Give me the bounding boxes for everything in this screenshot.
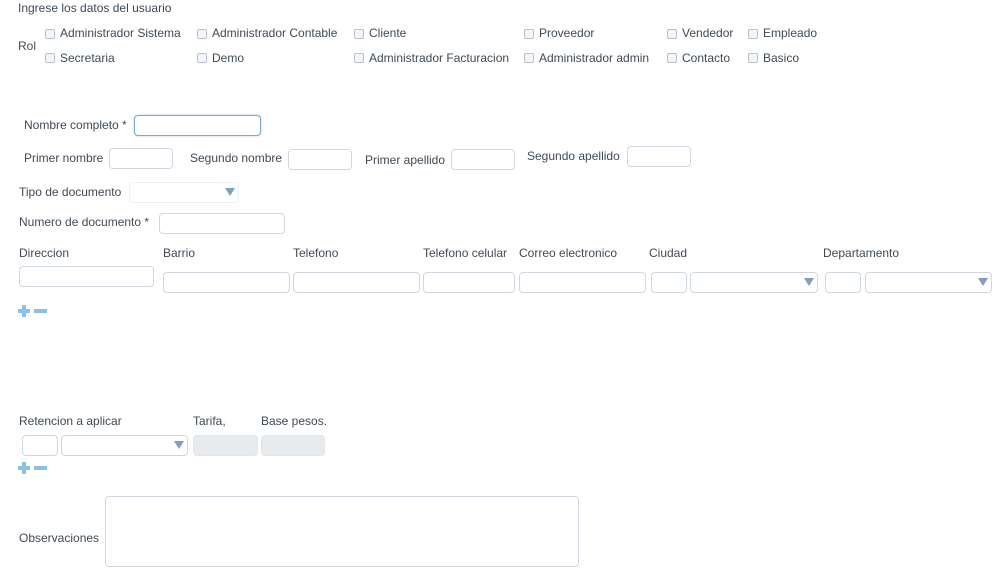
- retention-add-remove: [18, 462, 50, 474]
- role-label-demo: Demo: [212, 51, 245, 65]
- col-header-ciudad: Ciudad: [649, 246, 688, 260]
- primer-apellido-input[interactable]: [451, 149, 515, 170]
- col-header-telefono-celular: Telefono celular: [423, 246, 508, 260]
- plus-icon[interactable]: [18, 305, 30, 317]
- checkbox-basico[interactable]: [748, 53, 758, 63]
- role-label-administrador-facturacion: Administrador Facturacion: [369, 51, 510, 65]
- segundo-nombre-input[interactable]: [288, 149, 352, 170]
- primer-apellido-label: Primer apellido: [365, 153, 446, 167]
- retencion-select[interactable]: [61, 435, 188, 456]
- col-header-departamento: Departamento: [823, 246, 900, 260]
- nombre-completo-label: Nombre completo *: [24, 118, 127, 132]
- telefono-input[interactable]: [293, 272, 420, 293]
- role-label-proveedor: Proveedor: [539, 26, 595, 40]
- plus-icon[interactable]: [18, 462, 30, 474]
- checkbox-secretaria[interactable]: [45, 53, 55, 63]
- primer-nombre-input[interactable]: [109, 148, 173, 169]
- tarifa-input: [193, 435, 258, 456]
- checkbox-contacto[interactable]: [667, 53, 677, 63]
- role-label-administrador-contable: Administrador Contable: [212, 26, 338, 40]
- role-label-administrador-sistema: Administrador Sistema: [60, 26, 181, 40]
- checkbox-demo[interactable]: [197, 53, 207, 63]
- segundo-apellido-label: Segundo apellido: [527, 149, 620, 163]
- observaciones-label: Observaciones: [19, 531, 100, 545]
- role-label-administrador-admin: Administrador admin: [539, 51, 650, 65]
- tipo-documento-select[interactable]: [129, 182, 239, 203]
- address-add-remove: [18, 305, 50, 317]
- chevron-down-icon: [174, 441, 184, 449]
- chevron-down-icon: [225, 188, 235, 196]
- checkbox-administrador-sistema[interactable]: [45, 29, 55, 39]
- minus-icon[interactable]: [34, 466, 47, 470]
- role-label-contacto: Contacto: [682, 51, 731, 65]
- departamento-code-input[interactable]: [825, 272, 861, 293]
- checkbox-administrador-admin[interactable]: [524, 53, 534, 63]
- segundo-apellido-input[interactable]: [627, 146, 691, 167]
- chevron-down-icon: [804, 278, 814, 286]
- role-label-vendedor: Vendedor: [682, 26, 734, 40]
- col-header-telefono: Telefono: [293, 246, 339, 260]
- role-label-basico: Basico: [763, 51, 800, 65]
- ciudad-code-input[interactable]: [651, 272, 687, 293]
- checkbox-vendedor[interactable]: [667, 29, 677, 39]
- col-header-direccion: Direccion: [19, 246, 70, 260]
- retencion-code-input[interactable]: [22, 435, 58, 456]
- col-header-correo: Correo electronico: [519, 246, 618, 260]
- checkbox-administrador-facturacion[interactable]: [354, 53, 364, 63]
- direccion-input[interactable]: [19, 266, 154, 287]
- correo-input[interactable]: [519, 272, 646, 293]
- checkbox-proveedor[interactable]: [524, 29, 534, 39]
- ciudad-select[interactable]: [690, 272, 818, 293]
- role-label-empleado: Empleado: [763, 26, 818, 40]
- form-title: Ingrese los datos del usuario: [18, 1, 172, 15]
- barrio-input[interactable]: [163, 272, 290, 293]
- departamento-select[interactable]: [865, 272, 992, 293]
- retencion-label: Retencion a aplicar: [19, 414, 122, 428]
- segundo-nombre-label: Segundo nombre: [190, 151, 283, 165]
- checkbox-cliente[interactable]: [354, 29, 364, 39]
- role-label: Rol: [18, 39, 37, 53]
- col-header-barrio: Barrio: [163, 246, 196, 260]
- tipo-documento-label: Tipo de documento: [19, 185, 122, 199]
- chevron-down-icon: [978, 278, 988, 286]
- role-label-cliente: Cliente: [369, 26, 407, 40]
- primer-nombre-label: Primer nombre: [24, 151, 104, 165]
- base-pesos-label: Base pesos.: [261, 414, 328, 428]
- base-pesos-input: [261, 435, 325, 456]
- checkbox-administrador-contable[interactable]: [197, 29, 207, 39]
- tarifa-label: Tarifa,: [193, 414, 226, 428]
- numero-documento-input[interactable]: [159, 213, 285, 234]
- checkbox-empleado[interactable]: [748, 29, 758, 39]
- nombre-completo-input[interactable]: [134, 115, 261, 136]
- observaciones-textarea[interactable]: [105, 496, 579, 567]
- telefono-celular-input[interactable]: [423, 272, 515, 293]
- numero-documento-label: Numero de documento *: [19, 215, 150, 229]
- role-label-secretaria: Secretaria: [60, 51, 115, 65]
- minus-icon[interactable]: [34, 309, 47, 313]
